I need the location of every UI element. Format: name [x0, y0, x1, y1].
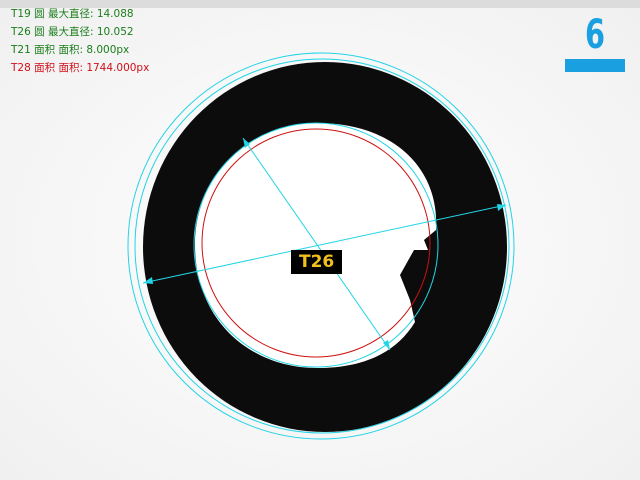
result-t21: T21 面积 面积: 8.000px	[11, 44, 130, 56]
tool-label: T26	[291, 250, 343, 274]
indicator-bar	[565, 59, 625, 72]
result-t26: T26 圆 最大直径: 10.052	[11, 26, 134, 38]
measurement-results: T19 圆 最大直径: 14.088 T26 圆 最大直径: 10.052 T2…	[11, 5, 149, 77]
result-t19: T19 圆 最大直径: 14.088	[11, 8, 134, 20]
indicator-value: 6	[584, 12, 606, 58]
result-t28: T28 面积 面积: 1744.000px	[11, 62, 150, 74]
status-indicator: 6	[565, 14, 625, 72]
